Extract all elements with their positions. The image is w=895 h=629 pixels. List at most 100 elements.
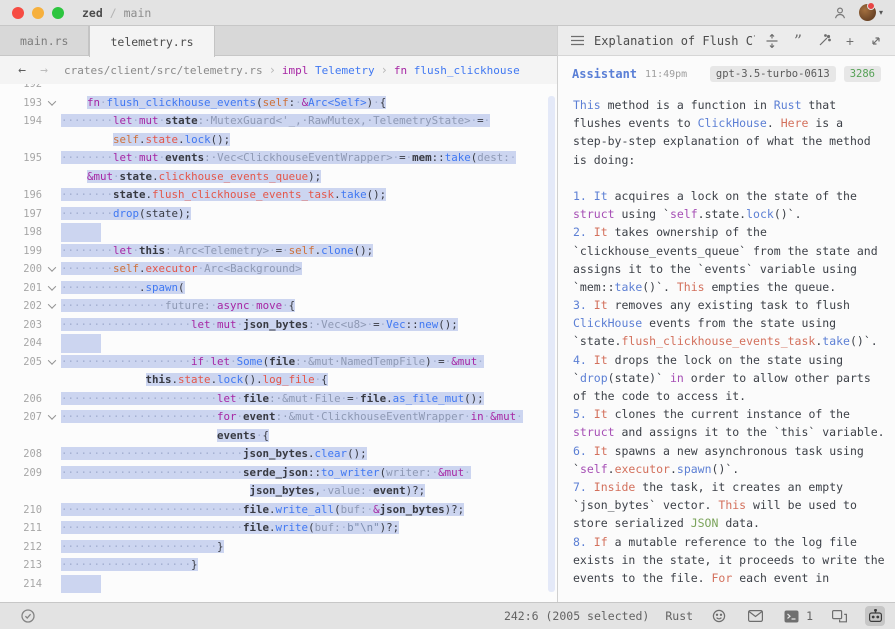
assistant-text-line: `mem::take()`. This empties the queue. [573,278,895,296]
assistant-text-line: 4. It drops the lock on the state using [573,351,895,369]
terminal-icon[interactable] [781,606,801,626]
assistant-text-line [573,169,895,187]
assistant-text-line: 1. It acquires a lock on the state of th… [573,187,895,205]
code-line[interactable]: this.state.lock().log_file·{ [0,371,557,390]
branch-name[interactable]: main [124,6,152,20]
close-window-button[interactable] [12,7,24,19]
impl-keyword: impl [282,64,309,77]
code-line[interactable]: json_bytes,·value:·event)?; [0,482,557,501]
breadcrumb: ← → crates/client/src/telemetry.rs › imp… [0,56,557,84]
assistant-text-line: 6. It spawns a new asynchronous task usi… [573,442,895,460]
code-line[interactable]: 198 [0,223,557,242]
assistant-text-line: ClickHouse events from the state using [573,314,895,332]
title-separator: / [110,6,117,20]
assistant-text-line: of the code to access it. [573,387,895,405]
code-line[interactable]: 210····························file.writ… [0,501,557,520]
code-line[interactable]: 195········let·mut·events:·Vec<Clickhous… [0,149,557,168]
assistant-text-line: `clickhouse_events_queue` from the state… [573,242,895,260]
split-layout-icon[interactable] [829,606,849,626]
code-line[interactable]: 207························for·event:·&m… [0,408,557,427]
assistant-text-line: `state.flush_clickhouse_events_task.take… [573,332,895,350]
sender-label[interactable]: Assistant [572,67,637,81]
tab-label: telemetry.rs [110,35,193,49]
model-badge[interactable]: gpt-3.5-turbo-0613 [710,66,836,82]
assistant-text-line: is doing: [573,151,895,169]
assistant-text-line: `self.executor.spawn()`. [573,460,895,478]
code-editor[interactable]: 192193 fn·flush_clickhouse_events(self:·… [0,84,557,602]
assistant-text-line: 7. Inside the task, it creates an empty [573,478,895,496]
avatar-caret-icon: ▾ [879,8,883,17]
tab-main-rs[interactable]: main.rs [0,26,89,56]
zed-window: zed / main ▾ main.rs telemetry.rs [0,0,895,629]
assistant-text-line: 2. It takes ownership of the [573,223,895,241]
notification-dot [867,2,875,10]
code-line[interactable]: 193 fn·flush_clickhouse_events(self:·&Ar… [0,94,557,113]
assistant-text-line: 3. It removes any existing task to flush [573,296,895,314]
code-line[interactable]: self.state.lock(); [0,131,557,150]
assistant-text-line: `json_bytes` vector. This will be used t… [573,496,895,514]
collaborator-icon[interactable] [831,4,849,22]
menu-icon[interactable] [568,32,586,50]
language-indicator[interactable]: Rust [665,609,693,623]
back-button[interactable]: ← [14,63,30,78]
assistant-text-line: struct and assigns it to the `this` vari… [573,423,895,441]
code-line[interactable]: 203····················let·mut·json_byte… [0,316,557,335]
traffic-lights [12,7,64,19]
assistant-text-line: events to the file. For each event in [573,569,895,582]
magic-wand-icon[interactable] [815,32,833,50]
assistant-message-header: Assistant 11:49pm gpt-3.5-turbo-0613 328… [558,56,895,82]
code-line[interactable]: 194········let·mut·state:·MutexGuard<'_,… [0,112,557,131]
mail-icon[interactable] [745,606,765,626]
breadcrumb-path[interactable]: crates/client/src/telemetry.rs [64,64,263,77]
code-line[interactable]: 196········state.flush_clickhouse_events… [0,186,557,205]
code-line[interactable]: &mut·state.clickhouse_events_queue); [0,168,557,187]
quote-selection-icon[interactable]: ” [789,32,807,50]
message-time: 11:49pm [645,69,687,80]
impl-name: Telemetry [315,64,375,77]
fn-keyword: fn [394,64,407,77]
code-line[interactable]: 204 [0,334,557,353]
new-conversation-icon[interactable]: + [841,32,859,50]
assistant-text-line: 5. It clones the current instance of the [573,405,895,423]
zoom-window-button[interactable] [52,7,64,19]
assistant-text-line: This method is a function in Rust that [573,96,895,114]
breadcrumb-separator: › [381,63,388,77]
expand-panel-icon[interactable] [867,32,885,50]
code-line[interactable]: 205····················if·let·Some(file:… [0,353,557,372]
project-name: zed [82,6,103,20]
split-message-icon[interactable] [763,32,781,50]
code-line[interactable]: 197········drop(state); [0,205,557,224]
assistant-panel: Explanation of Flush Clic ” + Assistant [557,26,895,602]
minimize-window-button[interactable] [32,7,44,19]
code-line[interactable]: 200········self.executor·Arc<Background> [0,260,557,279]
tab-telemetry-rs[interactable]: telemetry.rs [89,26,214,57]
editor-scrollbar[interactable] [548,96,555,592]
assistant-text-line: `drop(state)` in order to allow other pa… [573,369,895,387]
feedback-icon[interactable] [709,606,729,626]
code-line[interactable]: 199········let·this:·Arc<Telemetry>·=·se… [0,242,557,261]
assistant-panel-header: Explanation of Flush Clic ” + [558,26,895,56]
code-line[interactable]: 208····························json_byte… [0,445,557,464]
assistant-text-line: store serialized JSON data. [573,514,895,532]
code-line[interactable]: 214 [0,575,557,594]
code-line[interactable]: 201············.spawn( [0,279,557,298]
breadcrumb-fn[interactable]: fn flush_clickhouse [394,64,520,77]
code-line[interactable]: 192 [0,84,557,94]
assistant-text-line: assigns it to the `events` variable usin… [573,260,895,278]
code-line[interactable]: 209····························serde_jso… [0,464,557,483]
code-line[interactable]: events·{ [0,427,557,446]
code-line[interactable]: 211····························file.writ… [0,519,557,538]
diagnostics-ok-icon[interactable] [18,606,38,626]
forward-button[interactable]: → [36,63,52,78]
cursor-position[interactable]: 242:6 (2005 selected) [504,609,649,623]
code-line[interactable]: 206························let·file:·&mu… [0,390,557,409]
conversation-title[interactable]: Explanation of Flush Clic [594,34,755,48]
code-line[interactable]: 212························} [0,538,557,557]
fn-name: flush_clickhouse [414,64,520,77]
assistant-text-line: struct using `self.state.lock()`. [573,205,895,223]
user-avatar[interactable]: ▾ [859,4,883,21]
breadcrumb-impl[interactable]: impl Telemetry [282,64,375,77]
assistant-toggle-icon[interactable] [865,606,885,626]
code-line[interactable]: 213····················} [0,556,557,575]
code-line[interactable]: 202················future:·async·move·{ [0,297,557,316]
